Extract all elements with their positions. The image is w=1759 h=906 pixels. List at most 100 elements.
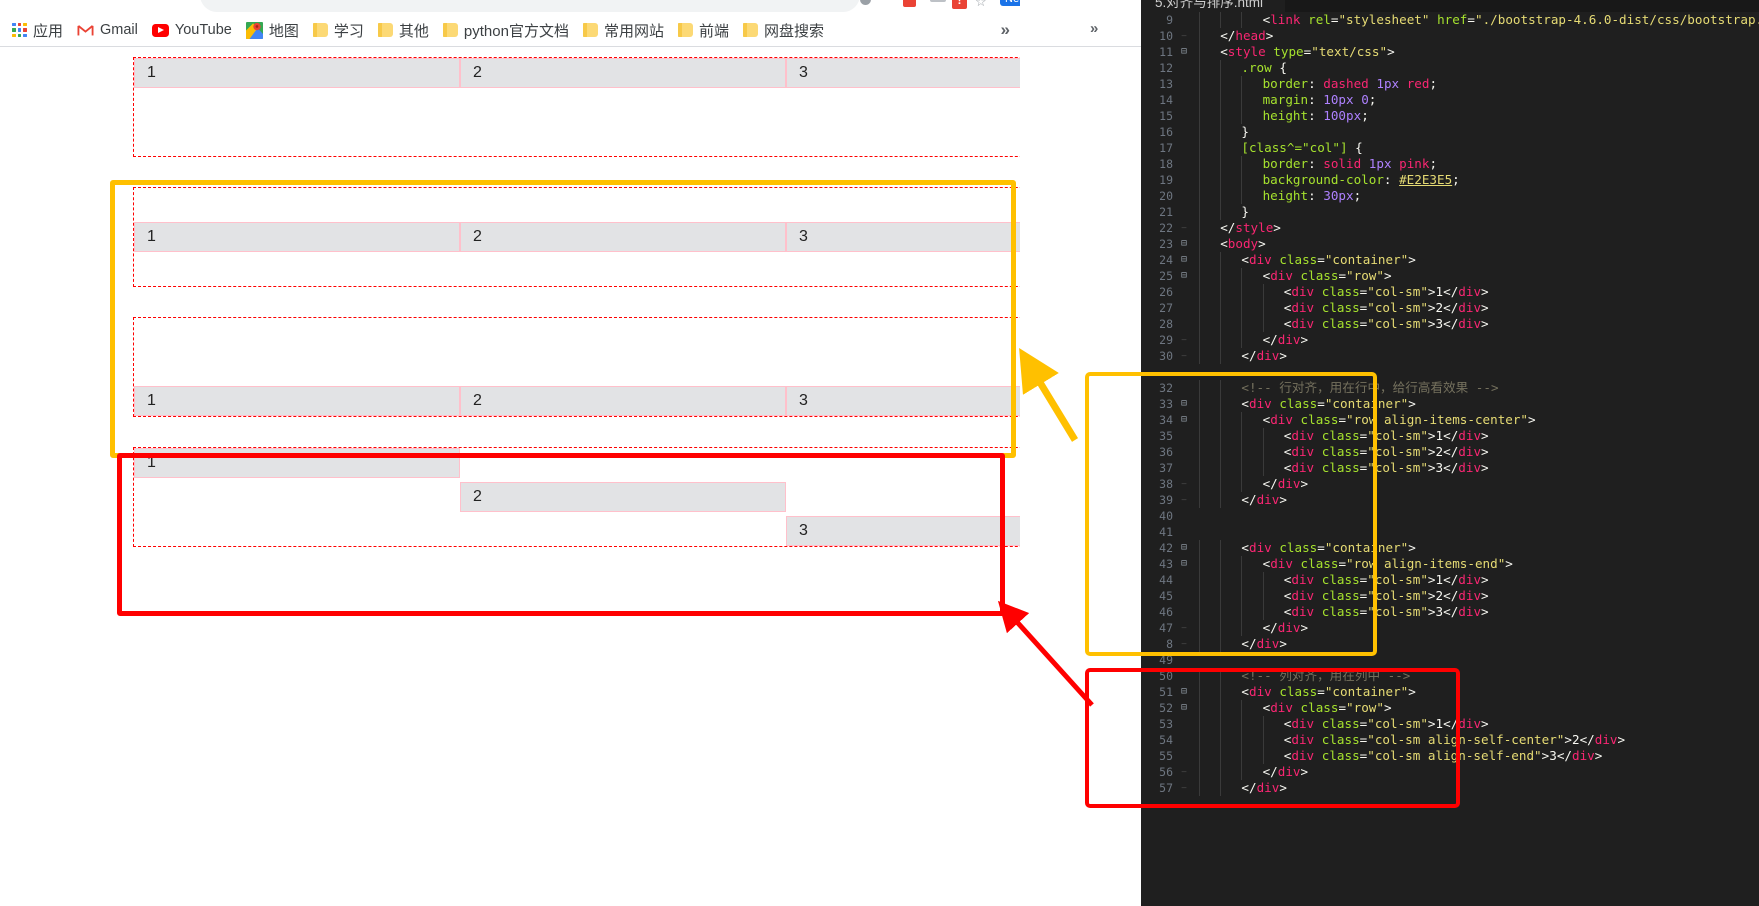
bookmark-folder-netdisk-search[interactable]: 网盘搜索 [738,17,833,44]
indent-guide [1241,700,1243,716]
fold-dash-icon[interactable]: — [1179,636,1189,652]
code-line: 9 <link rel="stylesheet" href="./bootstra… [1141,12,1759,28]
bookmarks-overflow-chevron-icon[interactable]: » [1090,20,1098,37]
code-text: } [1241,204,1249,219]
code-line: 17 [class^="col"] { [1141,140,1759,156]
code-line: 33 ⊟ <div class="container"> [1141,396,1759,412]
indent-guide [1220,284,1222,300]
fold-dash-icon[interactable]: — [1179,220,1189,236]
indent-guide [1262,732,1264,748]
extension-red-icon[interactable] [903,0,916,7]
bookmark-folder-other[interactable]: 其他 [373,17,438,44]
line-number: 55 [1159,749,1173,763]
fold-collapse-icon[interactable]: ⊟ [1179,540,1189,556]
indent-guide [1262,604,1264,620]
bookmark-apps[interactable]: 应用 [7,17,72,44]
indent-guide [1199,636,1200,652]
indent-guide [1241,604,1243,620]
bookmark-star-icon[interactable]: ☆ [975,0,988,9]
editor-tab-active[interactable]: 5.对齐与排序.html [1141,0,1286,12]
fold-dash-icon[interactable]: — [1179,348,1189,364]
line-number: 22 [1159,221,1173,235]
folder-icon [312,23,328,37]
indent-guide [1220,316,1222,332]
fold-dash-icon[interactable]: — [1179,492,1189,508]
fold-collapse-icon[interactable]: ⊟ [1179,252,1189,268]
bookmark-folder-python-docs[interactable]: python官方文档 [438,17,578,44]
fold-collapse-icon[interactable]: ⊟ [1179,236,1189,252]
code-line: 36 <div class="col-sm">2</div> [1141,444,1759,460]
fold-dash-icon[interactable]: — [1179,620,1189,636]
code-line: 37 <div class="col-sm">3</div> [1141,460,1759,476]
extension-grey-icon[interactable] [930,0,946,2]
fold-dash-icon[interactable]: — [1179,28,1189,44]
indent-guide [1220,412,1222,428]
code-text: <div class="container"> [1241,684,1416,699]
fold-collapse-icon[interactable]: ⊟ [1179,556,1189,572]
fold-collapse-icon[interactable]: ⊟ [1179,684,1189,700]
fold-dash-icon[interactable]: — [1179,764,1189,780]
indent-guide [1241,588,1243,604]
indent-guide [1199,492,1200,508]
fold-collapse-icon[interactable]: ⊟ [1179,396,1189,412]
code-line: 35 <div class="col-sm">1</div> [1141,428,1759,444]
bookmark-folder-study[interactable]: 学习 [308,17,373,44]
indent-guide [1241,92,1243,108]
bookmarks-overflow-button[interactable]: » [1001,20,1010,40]
indent-guide [1241,460,1243,476]
indent-guide [1199,588,1200,604]
editor-gap-top [1020,0,1141,14]
microphone-icon[interactable] [860,0,871,5]
bookmark-folder-frontend[interactable]: 前端 [673,17,738,44]
bookmark-label: 其他 [398,22,429,40]
code-text-area[interactable]: 9 <link rel="stylesheet" href="./bootstra… [1141,12,1759,906]
code-text: <div class="container"> [1241,540,1416,555]
code-line: 13 border: dashed 1px red; [1141,76,1759,92]
code-line: 49 [1141,652,1759,668]
line-number: 25 [1159,269,1173,283]
fold-collapse-icon[interactable]: ⊟ [1179,700,1189,716]
indent-guide [1220,188,1222,204]
fold-collapse-icon[interactable]: ⊟ [1179,412,1189,428]
code-text: <div class="container"> [1241,396,1416,411]
fold-collapse-icon[interactable]: ⊟ [1179,44,1189,60]
warning-badge-icon[interactable]: ! [952,0,967,9]
fold-dash-icon[interactable]: — [1179,476,1189,492]
editor-left-gap: » [1020,0,1141,906]
indent-guide [1199,556,1200,572]
bookmark-folder-common-sites[interactable]: 常用网站 [578,17,673,44]
address-bar[interactable] [200,0,860,12]
fold-collapse-icon[interactable]: ⊟ [1179,268,1189,284]
code-line: 22 — </style> [1141,220,1759,236]
indent-guide [1241,108,1243,124]
line-number: 14 [1159,93,1173,107]
code-line: 46 <div class="col-sm">3</div> [1141,604,1759,620]
code-text: <!-- 列对齐，用在列中 --> [1241,668,1411,683]
fold-dash-icon[interactable]: — [1179,332,1189,348]
bookmark-gmail[interactable]: Gmail [72,19,147,42]
line-number: 18 [1159,157,1173,171]
code-line: 51 ⊟ <div class="container"> [1141,684,1759,700]
code-text: <div class="col-sm">2</div> [1283,444,1489,459]
code-line: 19 background-color: #E2E3E5; [1141,172,1759,188]
line-number: 39 [1159,493,1173,507]
line-number: 19 [1159,173,1173,187]
youtube-icon [151,23,169,37]
bookmark-label: YouTube [174,22,232,38]
fold-dash-icon[interactable]: — [1179,780,1189,796]
indent-guide [1199,28,1200,44]
indent-guide [1220,60,1222,76]
indent-guide [1262,316,1264,332]
line-number: 36 [1159,445,1173,459]
code-text: </div> [1241,492,1287,507]
line-number: 51 [1159,685,1173,699]
bookmark-label: 前端 [698,22,729,40]
code-line: 44 <div class="col-sm">1</div> [1141,572,1759,588]
code-text: <div class="col-sm">1</div> [1283,572,1489,587]
code-line: 55 <div class="col-sm align-self-end">3</… [1141,748,1759,764]
indent-guide [1199,428,1200,444]
indent-guide [1199,396,1200,412]
code-text: <div class="col-sm">3</div> [1283,604,1489,619]
bookmark-maps[interactable]: 地图 [241,17,308,44]
bookmark-youtube[interactable]: YouTube [147,19,241,41]
